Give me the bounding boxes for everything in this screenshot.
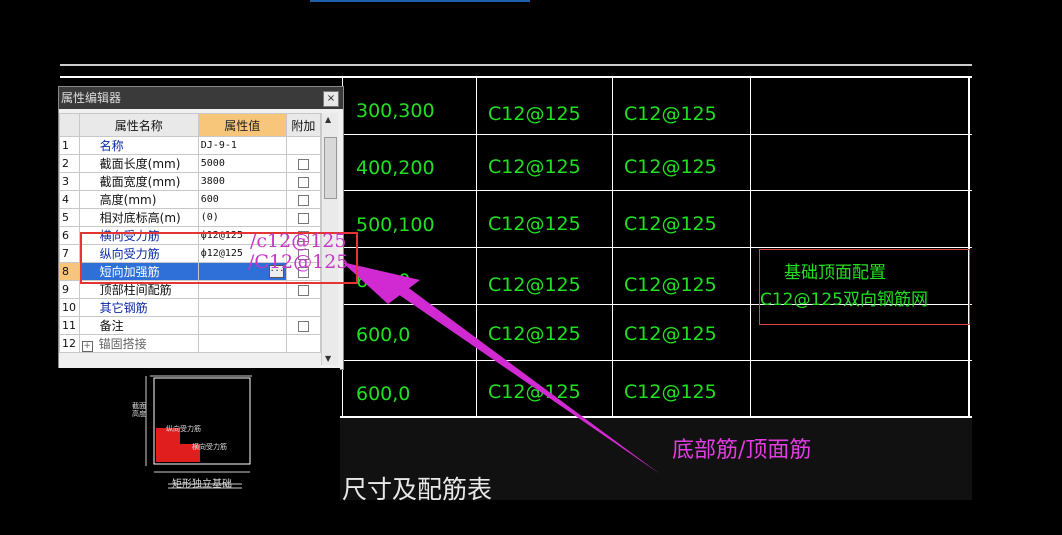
scroll-up-icon[interactable]: ▲ xyxy=(325,115,331,124)
property-editor-panel[interactable]: 属性编辑器 × 属性名称 属性值 附加 1 名称 DJ-9-1 2 截面长度(m… xyxy=(58,86,344,370)
property-value[interactable] xyxy=(197,334,287,353)
expand-plus-icon[interactable]: + xyxy=(81,341,93,352)
panel-title-bar[interactable]: 属性编辑器 × xyxy=(59,87,343,109)
row-number: 7 xyxy=(59,244,80,263)
close-button[interactable]: × xyxy=(323,91,339,107)
foundation-preview: 截面高度 纵向受力筋 横向受力筋 矩形独立基础 xyxy=(58,368,340,500)
extra-cell xyxy=(285,334,322,353)
extra-checkbox[interactable] xyxy=(297,194,309,206)
property-name: 截面长度(mm) xyxy=(78,154,199,173)
overlay-rebar-1: /c12@125 xyxy=(250,230,347,252)
overlay-rebar-2: /C12@125 xyxy=(248,251,349,273)
arrow-shaft xyxy=(392,283,660,474)
property-value[interactable]: 3800 xyxy=(197,172,287,191)
row-number: 2 xyxy=(59,154,80,173)
property-row[interactable]: 5 相对底标高(m) (0) xyxy=(59,208,322,227)
row-number: 12 xyxy=(59,334,80,353)
extra-checkbox[interactable] xyxy=(297,176,309,188)
property-name-group: + 锚固搭接 xyxy=(78,334,199,353)
col-header-extra[interactable]: 附加 xyxy=(285,113,322,137)
property-row[interactable]: 11 备注 xyxy=(59,316,322,335)
property-value[interactable] xyxy=(197,316,287,335)
col-header-value[interactable]: 属性值 xyxy=(197,113,287,137)
preview-cross-rebar-label: 横向受力筋 xyxy=(192,443,227,451)
row-number: 1 xyxy=(59,136,80,155)
extra-cell xyxy=(285,298,322,317)
row-number: 6 xyxy=(59,226,80,245)
property-value[interactable] xyxy=(197,298,287,317)
property-row[interactable]: 1 名称 DJ-9-1 xyxy=(59,136,322,155)
row-number: 3 xyxy=(59,172,80,191)
property-row[interactable]: 4 高度(mm) 600 xyxy=(59,190,322,209)
property-name: 备注 xyxy=(78,316,199,335)
extra-checkbox[interactable] xyxy=(297,320,309,332)
scroll-thumb[interactable] xyxy=(324,137,337,199)
property-value[interactable]: (0) xyxy=(197,208,287,227)
col-header-name[interactable]: 属性名称 xyxy=(78,113,199,137)
scroll-down-icon[interactable]: ▼ xyxy=(325,354,331,363)
extra-checkbox[interactable] xyxy=(297,212,309,224)
preview-long-rebar-label: 纵向受力筋 xyxy=(166,425,201,433)
property-name: 相对底标高(m) xyxy=(78,208,199,227)
col-header-num xyxy=(59,113,80,137)
property-value[interactable]: 600 xyxy=(197,190,287,209)
property-name: 截面宽度(mm) xyxy=(78,172,199,191)
property-row[interactable]: 10 其它钢筋 xyxy=(59,298,322,317)
property-name: 名称 xyxy=(78,136,199,155)
row-number: 5 xyxy=(59,208,80,227)
property-row[interactable]: 2 截面长度(mm) 5000 xyxy=(59,154,322,173)
row-number: 11 xyxy=(59,316,80,335)
property-name: 其它钢筋 xyxy=(78,298,199,317)
panel-title: 属性编辑器 xyxy=(61,91,122,105)
property-row-group[interactable]: 12 + 锚固搭接 xyxy=(59,334,322,353)
row-number: 10 xyxy=(59,298,80,317)
property-name: 锚固搭接 xyxy=(98,337,147,351)
row-number: 8 xyxy=(59,262,80,281)
preview-height-label: 截面高度 xyxy=(132,402,146,418)
extra-cell xyxy=(285,136,322,155)
preview-title: 矩形独立基础 xyxy=(172,479,232,490)
property-name: 高度(mm) xyxy=(78,190,199,209)
row-number: 4 xyxy=(59,190,80,209)
extra-checkbox[interactable] xyxy=(297,158,309,170)
property-value[interactable]: DJ-9-1 xyxy=(197,136,287,155)
row-number: 9 xyxy=(59,280,80,299)
property-row[interactable]: 3 截面宽度(mm) 3800 xyxy=(59,172,322,191)
extra-checkbox[interactable] xyxy=(297,284,309,296)
property-value[interactable]: 5000 xyxy=(197,154,287,173)
